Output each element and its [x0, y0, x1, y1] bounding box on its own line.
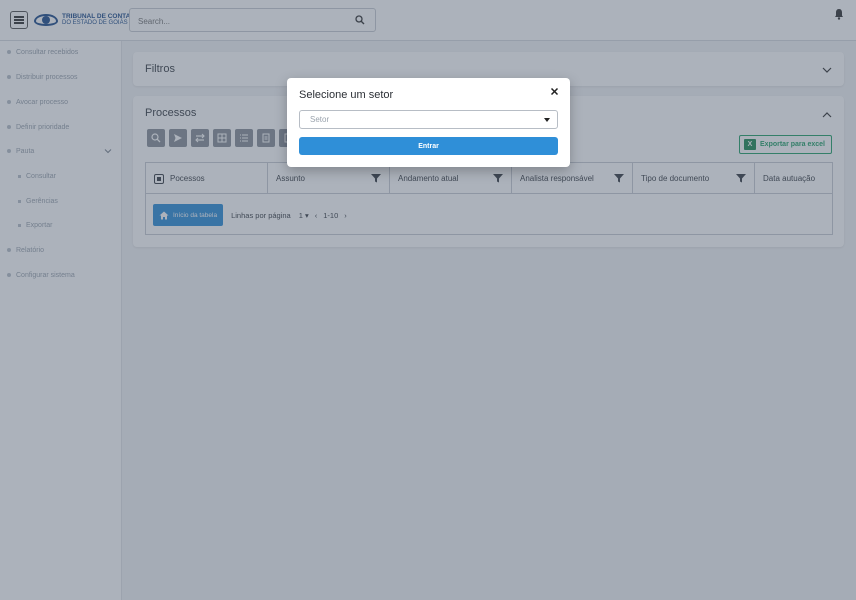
modal-title: Selecione um setor	[299, 89, 394, 101]
enter-button[interactable]: Entrar	[299, 137, 558, 155]
sector-select-placeholder: Setor	[310, 115, 330, 124]
sector-select[interactable]: Setor	[299, 110, 558, 129]
caret-down-icon	[544, 118, 550, 122]
select-sector-modal: Selecione um setor Setor Entrar	[287, 78, 570, 167]
close-icon[interactable]	[550, 87, 559, 96]
